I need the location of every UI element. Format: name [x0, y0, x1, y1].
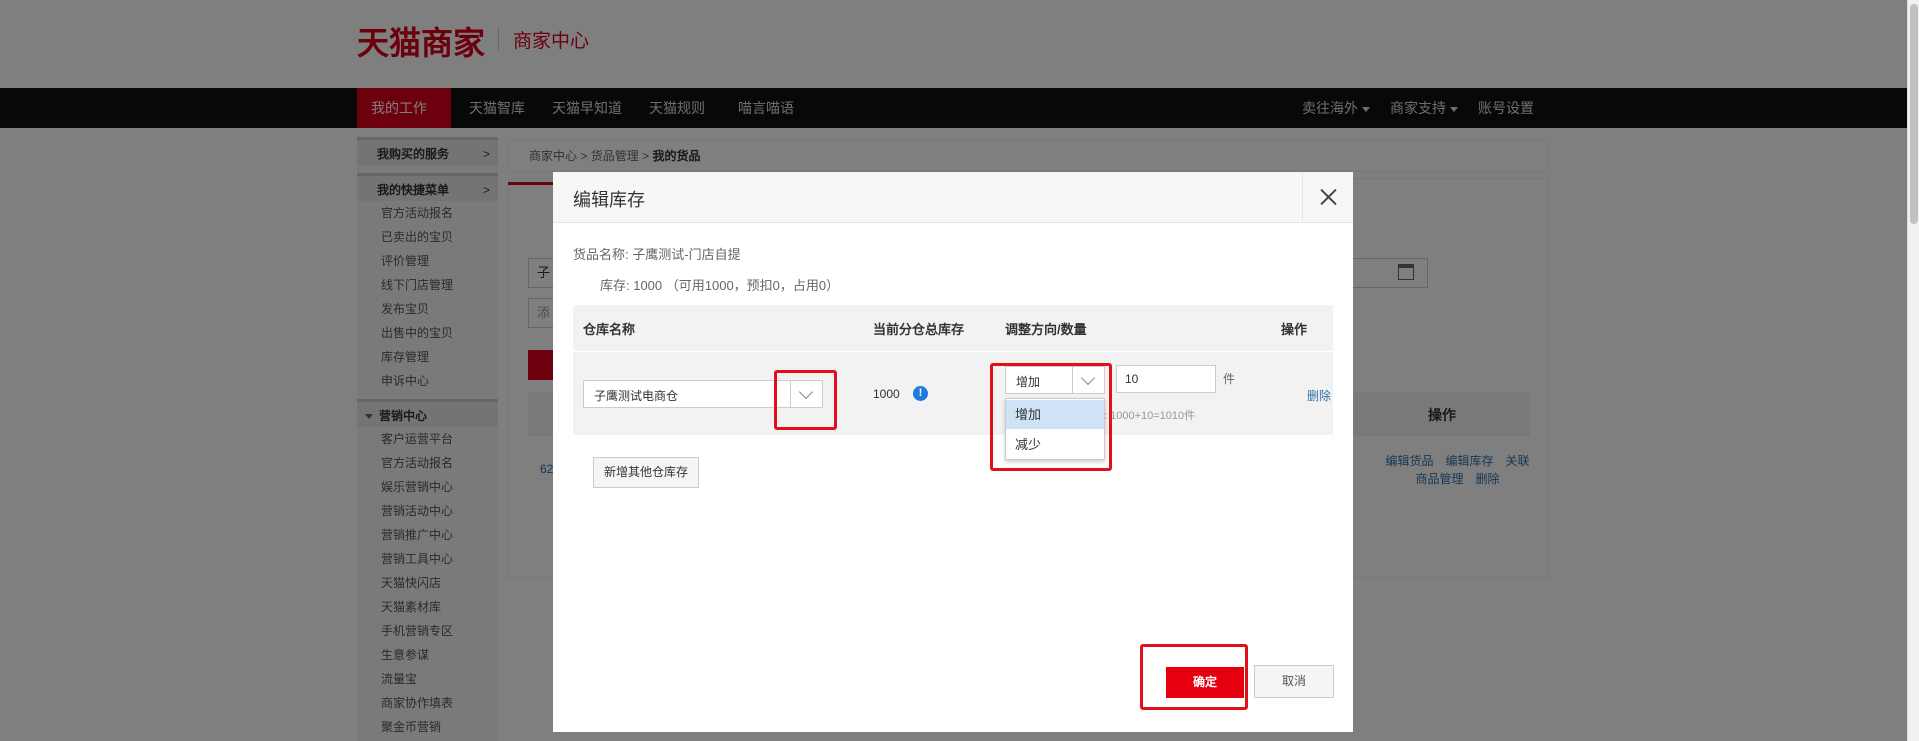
cancel-button[interactable]: 取消 — [1254, 665, 1334, 698]
current-stock-value: 1000 — [873, 387, 900, 401]
delete-link[interactable]: 删除 — [1307, 387, 1331, 404]
warehouse-table-header: 仓库名称 当前分仓总库存 调整方向/数量 操作 — [573, 305, 1333, 351]
warehouse-select-value: 子鹰测试电商仓 — [594, 389, 679, 403]
highlight-box-direction-dropdown — [990, 363, 1112, 471]
info-icon[interactable]: ! — [913, 386, 928, 401]
add-warehouse-button[interactable]: 新增其他仓库存 — [593, 457, 699, 488]
goods-name-label: 货品名称: — [573, 247, 629, 262]
scrollbar-thumb[interactable] — [1910, 4, 1918, 224]
quantity-unit: 件 — [1223, 372, 1236, 386]
quantity-input[interactable]: 10 — [1116, 365, 1216, 393]
col-operation: 操作 — [1281, 322, 1308, 337]
goods-name-line: 货品名称: 子鹰测试-门店自提 — [573, 244, 741, 263]
table-row: 子鹰测试电商仓 1000 ! 增加 10 件 存: 1000+10=1010件 … — [573, 352, 1333, 435]
highlight-box-confirm-button — [1140, 644, 1248, 710]
highlight-box-warehouse-dropdown — [774, 370, 837, 430]
goods-name-value: 子鹰测试-门店自提 — [632, 247, 741, 262]
dialog-header: 编辑库存 — [553, 172, 1353, 223]
col-warehouse-name: 仓库名称 — [583, 322, 636, 337]
col-current-stock: 当前分仓总库存 — [873, 322, 965, 337]
page-scrollbar[interactable] — [1907, 0, 1919, 741]
dialog-title: 编辑库存 — [573, 190, 645, 210]
close-icon[interactable] — [1302, 172, 1353, 223]
col-adjust-direction: 调整方向/数量 — [1005, 322, 1087, 337]
stock-summary: 库存: 1000 （可用1000，预扣0，占用0） — [600, 278, 840, 293]
